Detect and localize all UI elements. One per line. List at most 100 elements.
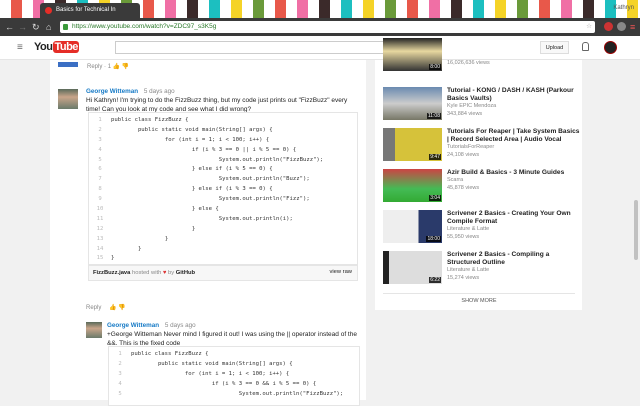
line-number: 3 xyxy=(98,136,102,143)
url-text: https://www.youtube.com/watch?v=ZDC97_s3… xyxy=(72,23,217,30)
code-line: 12 } xyxy=(89,224,357,234)
code-line: 1 public class FizzBuzz { xyxy=(109,349,359,359)
view-raw-link[interactable]: view raw xyxy=(329,269,352,275)
youtube-logo[interactable]: You Tube xyxy=(33,41,79,53)
browser-tab[interactable]: Basics for Technical In xyxy=(40,3,140,18)
line-number: 5 xyxy=(118,390,122,397)
video-title[interactable]: Scrivener 2 Basics - Creating Your Own C… xyxy=(447,210,582,226)
video-thumbnail[interactable]: 18:00 xyxy=(383,210,442,243)
code-line: 15} xyxy=(89,253,357,263)
video-title[interactable]: Tutorials For Reaper | Take System Basic… xyxy=(447,128,582,144)
comments-section: Reply · 1 👍 👎 George Witteman 5 days ago… xyxy=(50,60,366,406)
video-thumbnail[interactable]: 8:00 xyxy=(383,38,442,71)
pocket-icon[interactable] xyxy=(617,22,626,31)
video-thumbnail[interactable]: 9:47 xyxy=(383,128,442,161)
code-text: public class FizzBuzz { xyxy=(131,350,209,357)
video-views: 55,950 views xyxy=(447,233,480,240)
reply-time[interactable]: 5 days ago xyxy=(165,322,196,329)
video-thumbnail[interactable]: 6:22 xyxy=(383,251,442,284)
reply-author[interactable]: George Witteman xyxy=(107,322,159,329)
code-line: 2 public static void main(String[] args)… xyxy=(89,125,357,135)
line-number: 14 xyxy=(96,245,104,252)
code-text: } else { xyxy=(111,205,219,212)
video-channel[interactable]: Kyle EPIC Mendoza xyxy=(447,103,582,111)
reload-icon[interactable]: ↻ xyxy=(32,22,40,33)
related-video-item[interactable]: 8:00 16,026,636 views xyxy=(383,38,583,72)
gist-hosted-text: hosted with xyxy=(132,270,162,276)
comment-author[interactable]: George Witteman xyxy=(86,88,138,95)
video-thumbnail[interactable]: 11:08 xyxy=(383,87,442,120)
search-input[interactable] xyxy=(115,41,405,54)
related-video-item[interactable]: 3:04 Azir Build & Basics - 3 Minute Guide… xyxy=(383,169,583,203)
related-video-item[interactable]: 11:08 Tutorial - KONG / DASH / KASH (Park… xyxy=(383,87,583,121)
code-text: System.out.println("FizzBuzz"); xyxy=(111,156,324,163)
video-duration: 3:04 xyxy=(429,195,441,201)
related-video-item[interactable]: 9:47 Tutorials For Reaper | Take System B… xyxy=(383,128,583,162)
video-duration: 18:00 xyxy=(426,236,441,242)
thumbs-down-icon[interactable]: 👎 xyxy=(118,305,125,311)
video-channel[interactable]: TutorialsForReaper xyxy=(447,144,582,152)
code-text: public static void main(String[] args) { xyxy=(131,360,293,367)
video-title[interactable]: Azir Build & Basics - 3 Minute Guides xyxy=(447,169,582,177)
video-duration: 8:00 xyxy=(429,64,441,70)
video-channel[interactable]: Literature & Latte xyxy=(447,226,582,234)
browser-toolbar: ← → ↻ ⌂ https://www.youtube.com/watch?v=… xyxy=(0,18,640,36)
home-icon[interactable]: ⌂ xyxy=(46,22,51,32)
video-channel[interactable]: Literature & Latte xyxy=(447,267,582,275)
code-text: System.out.println(i); xyxy=(111,215,293,222)
scrollbar[interactable] xyxy=(632,60,640,400)
tab-title: Basics for Technical In xyxy=(56,7,116,13)
comment-author-avatar[interactable] xyxy=(58,89,78,109)
scrollbar-thumb[interactable] xyxy=(634,200,638,260)
account-avatar[interactable] xyxy=(604,41,617,54)
comment-time[interactable]: 5 days ago xyxy=(144,88,175,95)
github-link[interactable]: GitHub xyxy=(176,270,195,276)
address-bar[interactable]: https://www.youtube.com/watch?v=ZDC97_s3… xyxy=(60,21,595,33)
back-icon[interactable]: ← xyxy=(5,22,14,32)
code-text: public class FizzBuzz { xyxy=(111,116,189,123)
reply-link[interactable]: Reply xyxy=(87,64,102,70)
star-icon[interactable]: ☆ xyxy=(586,22,592,30)
reply-link[interactable]: Reply xyxy=(86,305,101,311)
video-title[interactable]: Scrivener 2 Basics - Compiling a Structu… xyxy=(447,251,582,267)
separator: · xyxy=(104,64,107,70)
video-channel[interactable]: Scarra xyxy=(447,177,582,185)
video-views: 15,274 views xyxy=(447,274,480,281)
notifications-bell-icon[interactable] xyxy=(582,42,589,51)
extension-icon[interactable] xyxy=(604,22,613,31)
code-line: 3 for (int i = 1; i < 100; i++) { xyxy=(109,369,359,379)
line-number: 1 xyxy=(118,350,122,357)
show-more-button[interactable]: SHOW MORE xyxy=(383,293,575,304)
code-line: 8 } else if (i % 3 == 0) { xyxy=(89,184,357,194)
code-text: } xyxy=(111,245,142,252)
video-thumbnail[interactable]: 3:04 xyxy=(383,169,442,202)
thumbs-up-icon[interactable]: 👍 xyxy=(113,64,120,70)
code-text: if (i % 3 == 0 && i % 5 == 0) { xyxy=(131,380,317,387)
like-count: 1 xyxy=(107,64,112,70)
code-text: } else if (i % 5 == 0) { xyxy=(111,166,273,173)
code-line: 5 System.out.println("FizzBuzz"); xyxy=(109,389,359,399)
gist-filename[interactable]: FizzBuzz.java xyxy=(93,270,130,276)
thumbs-up-icon[interactable]: 👍 xyxy=(109,305,116,311)
line-number: 2 xyxy=(98,126,102,133)
video-title[interactable]: Tutorial - KONG / DASH / KASH (Parkour B… xyxy=(447,87,582,103)
related-video-item[interactable]: 6:22 Scrivener 2 Basics - Compiling a Str… xyxy=(383,251,583,285)
video-views: 16,026,636 views xyxy=(447,60,490,66)
related-video-item[interactable]: 18:00 Scrivener 2 Basics - Creating Your … xyxy=(383,210,583,244)
youtube-favicon-icon xyxy=(45,7,52,14)
profile-name[interactable]: Kathryn xyxy=(613,5,634,11)
code-line: 4 if (i % 3 == 0 || i % 5 == 0) { xyxy=(89,145,357,155)
guide-menu-icon[interactable]: ≡ xyxy=(17,42,23,53)
lock-icon xyxy=(63,24,68,30)
code-text: } else if (i % 3 == 0) { xyxy=(111,186,273,193)
reply-author-avatar[interactable] xyxy=(86,322,102,338)
code-line: 1 public class FizzBuzz { xyxy=(89,115,357,125)
menu-icon[interactable]: ≡ xyxy=(630,22,635,32)
line-number: 1 xyxy=(98,116,102,123)
forward-icon[interactable]: → xyxy=(18,22,27,32)
code-text: System.out.println("Fizz"); xyxy=(111,196,310,203)
thumbs-down-icon[interactable]: 👎 xyxy=(122,64,129,70)
code-text: } xyxy=(111,235,169,242)
code-line: 6 } else if (i % 5 == 0) { xyxy=(89,164,357,174)
code-line: 10 } else { xyxy=(89,204,357,214)
